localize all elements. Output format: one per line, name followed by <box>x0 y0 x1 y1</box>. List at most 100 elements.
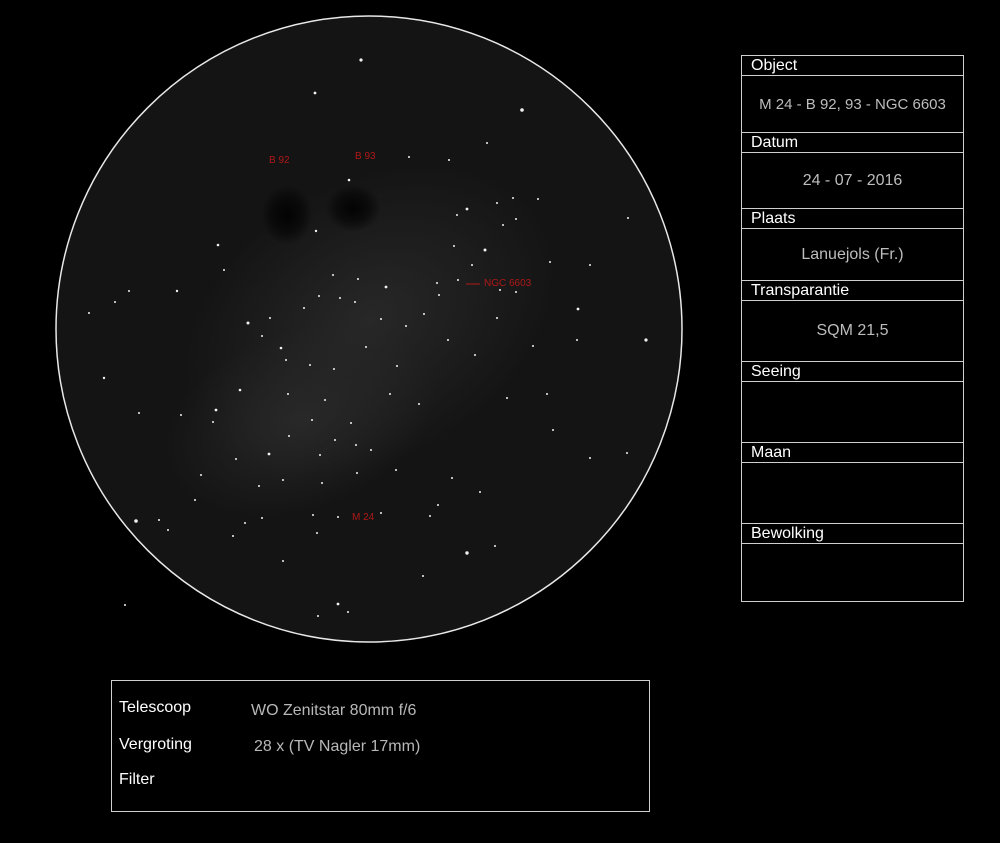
star <box>359 58 363 62</box>
star <box>589 264 591 266</box>
star <box>88 312 90 314</box>
star <box>437 504 439 506</box>
star <box>405 325 407 327</box>
star <box>261 517 263 519</box>
star <box>423 313 425 315</box>
star <box>537 198 539 200</box>
star <box>502 224 504 226</box>
star <box>134 519 138 523</box>
star <box>494 545 496 547</box>
star <box>167 529 169 531</box>
star <box>319 454 321 456</box>
eyepiece-sketch: B 92 B 93 NGC 6603 M 24 <box>55 15 683 643</box>
star <box>223 269 225 271</box>
star <box>269 317 271 319</box>
star <box>354 301 356 303</box>
star <box>258 485 260 487</box>
star <box>520 108 524 112</box>
moon-value <box>742 463 963 524</box>
star <box>321 482 323 484</box>
star <box>483 248 487 252</box>
star <box>486 142 488 144</box>
star <box>552 429 554 431</box>
star <box>267 452 271 456</box>
date-value: 24 - 07 - 2016 <box>742 153 963 209</box>
star <box>395 469 397 471</box>
star <box>311 419 313 421</box>
star <box>457 279 459 281</box>
star <box>549 261 551 263</box>
star <box>333 368 335 370</box>
star <box>194 499 196 501</box>
star <box>200 474 202 476</box>
label-b93: B 93 <box>355 151 376 162</box>
star <box>285 359 287 361</box>
magnification-label: Vergroting <box>119 736 192 753</box>
star <box>408 156 410 158</box>
star <box>347 611 349 613</box>
star <box>456 214 458 216</box>
star <box>576 339 578 341</box>
star <box>114 301 116 303</box>
star <box>337 516 339 518</box>
star <box>332 274 334 276</box>
star <box>175 289 179 293</box>
star <box>336 602 340 606</box>
star <box>380 512 382 514</box>
star <box>282 479 284 481</box>
star <box>246 321 250 325</box>
star <box>589 457 591 459</box>
star <box>438 294 440 296</box>
star <box>316 532 318 534</box>
star <box>465 551 469 555</box>
star <box>324 399 326 401</box>
star <box>512 197 514 199</box>
place-label: Plaats <box>742 209 963 229</box>
star <box>418 403 420 405</box>
star <box>350 422 352 424</box>
star <box>447 339 449 341</box>
star <box>216 243 220 247</box>
star <box>347 178 351 182</box>
star <box>339 297 341 299</box>
star <box>138 412 140 414</box>
star <box>288 435 290 437</box>
clouds-value <box>742 544 963 602</box>
star <box>422 575 424 577</box>
star <box>627 217 629 219</box>
star <box>389 393 391 395</box>
filter-label: Filter <box>119 771 155 788</box>
star <box>448 159 450 161</box>
star <box>102 376 106 380</box>
object-label: Object <box>742 56 963 76</box>
star <box>499 289 501 291</box>
moon-label: Maan <box>742 443 963 463</box>
star <box>365 346 367 348</box>
star <box>357 278 359 280</box>
star <box>313 91 317 95</box>
star <box>312 514 314 516</box>
star <box>496 202 498 204</box>
label-b92: B 92 <box>269 155 290 166</box>
observation-info-panel: Object M 24 - B 92, 93 - NGC 6603 Datum … <box>741 55 964 602</box>
star <box>238 388 242 392</box>
label-m24: M 24 <box>352 512 375 523</box>
star <box>396 365 398 367</box>
transparency-label: Transparantie <box>742 281 963 301</box>
star <box>287 393 289 395</box>
telescope-value: WO Zenitstar 80mm f/6 <box>251 702 417 719</box>
star <box>532 345 534 347</box>
star <box>212 421 214 423</box>
date-label: Datum <box>742 133 963 153</box>
place-value: Lanuejols (Fr.) <box>742 229 963 281</box>
star <box>214 408 218 412</box>
star <box>314 229 318 233</box>
star <box>453 245 455 247</box>
star <box>515 218 517 220</box>
object-value: M 24 - B 92, 93 - NGC 6603 <box>742 76 963 133</box>
star <box>451 477 453 479</box>
star <box>355 444 357 446</box>
star <box>471 264 473 266</box>
star <box>318 295 320 297</box>
seeing-label: Seeing <box>742 362 963 382</box>
